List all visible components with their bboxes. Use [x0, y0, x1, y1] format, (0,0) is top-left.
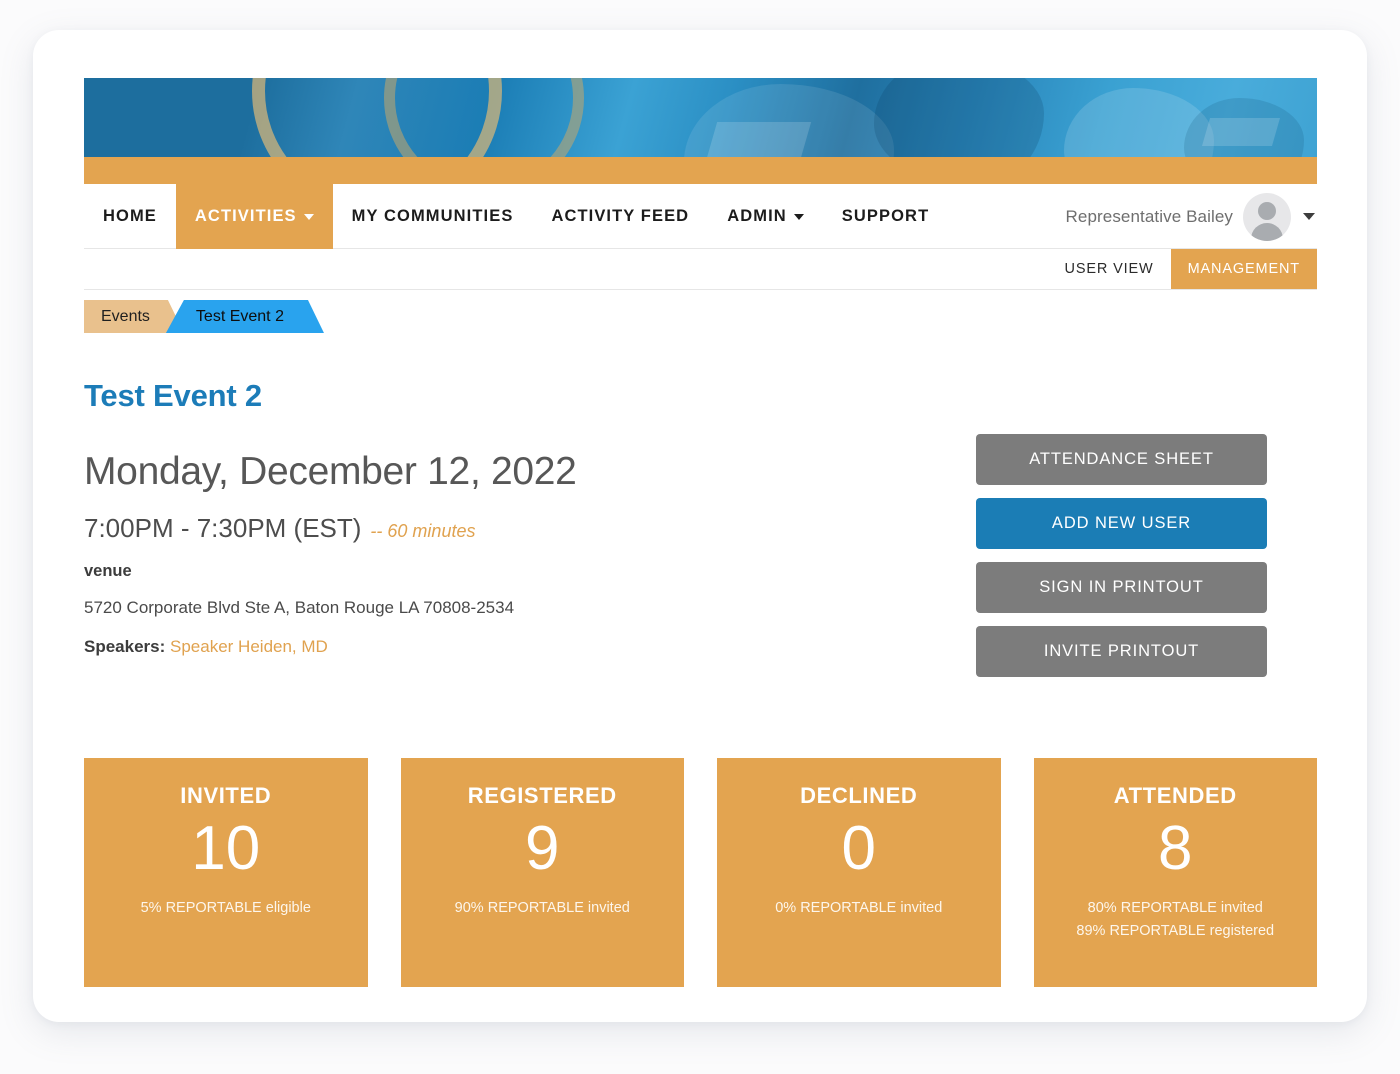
nav-item-activities[interactable]: ACTIVITIES [176, 184, 333, 249]
banner-laptop-decor [707, 122, 811, 157]
stat-notes: 80% REPORTABLE invited 89% REPORTABLE re… [1076, 897, 1274, 943]
app-window: HOME ACTIVITIES MY COMMUNITIES ACTIVITY … [33, 30, 1367, 1022]
venue-address: 5720 Corporate Blvd Ste A, Baton Rouge L… [84, 598, 514, 618]
page-title: Test Event 2 [84, 378, 262, 414]
stat-label: ATTENDED [1114, 783, 1237, 809]
stat-value: 10 [191, 818, 260, 880]
stat-card-group: INVITED 10 5% REPORTABLE eligible REGIST… [84, 758, 1317, 987]
breadcrumb-item-current[interactable]: Test Event 2 [166, 300, 324, 333]
stat-label: REGISTERED [468, 783, 617, 809]
stat-note-secondary: 89% REPORTABLE registered [1076, 920, 1274, 943]
sign-in-printout-button[interactable]: SIGN IN PRINTOUT [976, 562, 1267, 613]
nav-item-label: SUPPORT [842, 207, 929, 226]
stat-notes: 5% REPORTABLE eligible [141, 897, 311, 920]
add-new-user-button[interactable]: ADD NEW USER [976, 498, 1267, 549]
nav-item-support[interactable]: SUPPORT [823, 184, 948, 249]
chevron-down-icon [304, 214, 314, 220]
main-navigation: HOME ACTIVITIES MY COMMUNITIES ACTIVITY … [84, 184, 1317, 249]
nav-item-admin[interactable]: ADMIN [708, 184, 823, 249]
stat-value: 0 [842, 818, 876, 880]
breadcrumb: Events Test Event 2 [84, 300, 324, 333]
stat-value: 9 [525, 818, 559, 880]
toggle-management-label: MANAGEMENT [1188, 261, 1300, 277]
stat-notes: 90% REPORTABLE invited [455, 897, 630, 920]
chevron-down-icon[interactable] [1303, 213, 1315, 220]
stat-card-declined[interactable]: DECLINED 0 0% REPORTABLE invited [717, 758, 1001, 987]
breadcrumb-current-label: Test Event 2 [196, 308, 284, 326]
action-button-group: ATTENDANCE SHEET ADD NEW USER SIGN IN PR… [976, 434, 1267, 677]
avatar-body-icon [1251, 223, 1283, 241]
stat-card-invited[interactable]: INVITED 10 5% REPORTABLE eligible [84, 758, 368, 987]
event-time-row: 7:00PM - 7:30PM (EST) -- 60 minutes [84, 513, 475, 544]
stat-note-primary: 90% REPORTABLE invited [455, 897, 630, 920]
avatar-head-icon [1258, 202, 1276, 220]
header-banner [84, 78, 1317, 184]
event-duration: -- 60 minutes [370, 521, 475, 542]
stat-note-primary: 80% REPORTABLE invited [1076, 897, 1274, 920]
toggle-user-view-label: USER VIEW [1065, 261, 1154, 277]
nav-item-label: ACTIVITIES [195, 207, 297, 226]
stat-value: 8 [1158, 818, 1192, 880]
venue-label: venue [84, 562, 132, 581]
stat-notes: 0% REPORTABLE invited [775, 897, 942, 920]
view-mode-toggle: USER VIEW MANAGEMENT [84, 249, 1317, 290]
banner-accent-bar [84, 157, 1317, 184]
banner-shape-decor [874, 78, 1044, 157]
banner-arc-decor-secondary [384, 78, 584, 157]
speakers-value[interactable]: Speaker Heiden, MD [170, 637, 328, 656]
stat-card-registered[interactable]: REGISTERED 9 90% REPORTABLE invited [401, 758, 685, 987]
nav-item-label: ACTIVITY FEED [551, 207, 689, 226]
invite-printout-button[interactable]: INVITE PRINTOUT [976, 626, 1267, 677]
event-date: Monday, December 12, 2022 [84, 450, 577, 494]
nav-item-label: MY COMMUNITIES [352, 207, 514, 226]
nav-item-home[interactable]: HOME [84, 184, 176, 249]
breadcrumb-parent-label: Events [101, 308, 150, 326]
chevron-down-icon [794, 214, 804, 220]
banner-laptop-decor [1202, 118, 1280, 146]
speakers-label: Speakers: [84, 637, 165, 656]
event-time: 7:00PM - 7:30PM (EST) [84, 513, 361, 544]
stat-card-attended[interactable]: ATTENDED 8 80% REPORTABLE invited 89% RE… [1034, 758, 1318, 987]
stat-label: INVITED [180, 783, 271, 809]
nav-item-my-communities[interactable]: MY COMMUNITIES [333, 184, 533, 249]
nav-item-label: ADMIN [727, 207, 787, 226]
stat-note-primary: 0% REPORTABLE invited [775, 897, 942, 920]
banner-photo [84, 78, 1317, 157]
attendance-sheet-button[interactable]: ATTENDANCE SHEET [976, 434, 1267, 485]
stat-label: DECLINED [800, 783, 917, 809]
nav-item-label: HOME [103, 207, 157, 226]
nav-item-activity-feed[interactable]: ACTIVITY FEED [532, 184, 708, 249]
user-menu[interactable]: Representative Bailey [1066, 184, 1317, 249]
speakers-row: Speakers: Speaker Heiden, MD [84, 637, 328, 657]
toggle-user-view[interactable]: USER VIEW [1048, 249, 1171, 289]
nav-items: HOME ACTIVITIES MY COMMUNITIES ACTIVITY … [84, 184, 948, 249]
toggle-management[interactable]: MANAGEMENT [1171, 249, 1317, 289]
avatar[interactable] [1243, 193, 1291, 241]
stat-note-primary: 5% REPORTABLE eligible [141, 897, 311, 920]
user-name-label: Representative Bailey [1066, 207, 1233, 227]
